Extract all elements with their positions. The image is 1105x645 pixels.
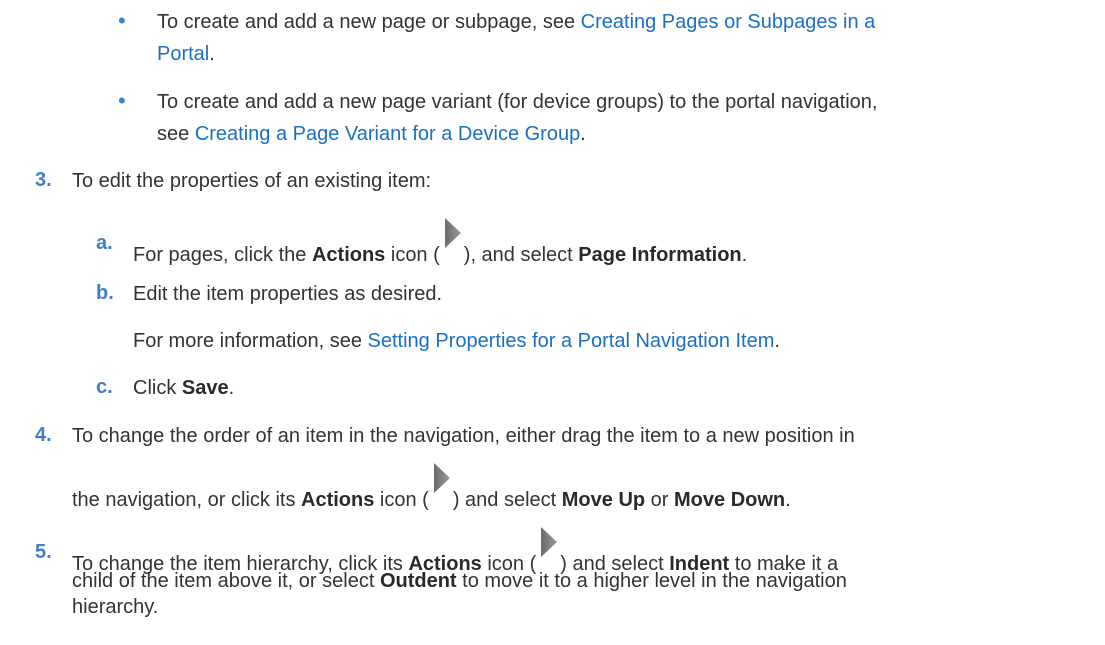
step-number: 3. (35, 169, 52, 191)
link-creating-pages-cont[interactable]: Portal (157, 43, 209, 65)
substep-b-more: For more information, see Setting Proper… (133, 330, 780, 352)
step-number: 5. (35, 541, 52, 563)
step-5-text-line3: hierarchy. (72, 596, 159, 618)
bullet-1-text-line2: Portal. (157, 43, 215, 65)
bullet-2-text-line2: see Creating a Page Variant for a Device… (157, 123, 586, 145)
link-page-variant[interactable]: Creating a Page Variant for a Device Gro… (195, 123, 580, 145)
step-number: 4. (35, 424, 52, 446)
bullet-1-text: To create and add a new page or subpage,… (157, 11, 876, 33)
step-3-text: To edit the properties of an existing it… (72, 170, 432, 192)
bullet-marker: • (118, 88, 126, 113)
bullet-2-text: To create and add a new page variant (fo… (157, 91, 878, 113)
substep-marker: a. (96, 232, 113, 254)
step-4-text: To change the order of an item in the na… (72, 425, 855, 447)
link-creating-pages[interactable]: Creating Pages or Subpages in a (581, 11, 876, 33)
link-setting-properties[interactable]: Setting Properties for a Portal Navigati… (368, 330, 775, 352)
substep-c-text: Click Save. (133, 377, 235, 399)
step-5-text-line2: child of the item above it, or select Ou… (72, 570, 847, 592)
substep-marker: b. (96, 282, 114, 304)
substep-a-text: For pages, click the Actions icon (), an… (133, 218, 747, 270)
substep-b-text: Edit the item properties as desired. (133, 283, 443, 305)
actions-icon (430, 463, 452, 510)
substep-marker: c. (96, 376, 113, 398)
actions-icon (441, 218, 463, 265)
bullet-marker: • (118, 8, 126, 33)
step-4-text-line2: the navigation, or click its Actions ico… (72, 463, 791, 515)
